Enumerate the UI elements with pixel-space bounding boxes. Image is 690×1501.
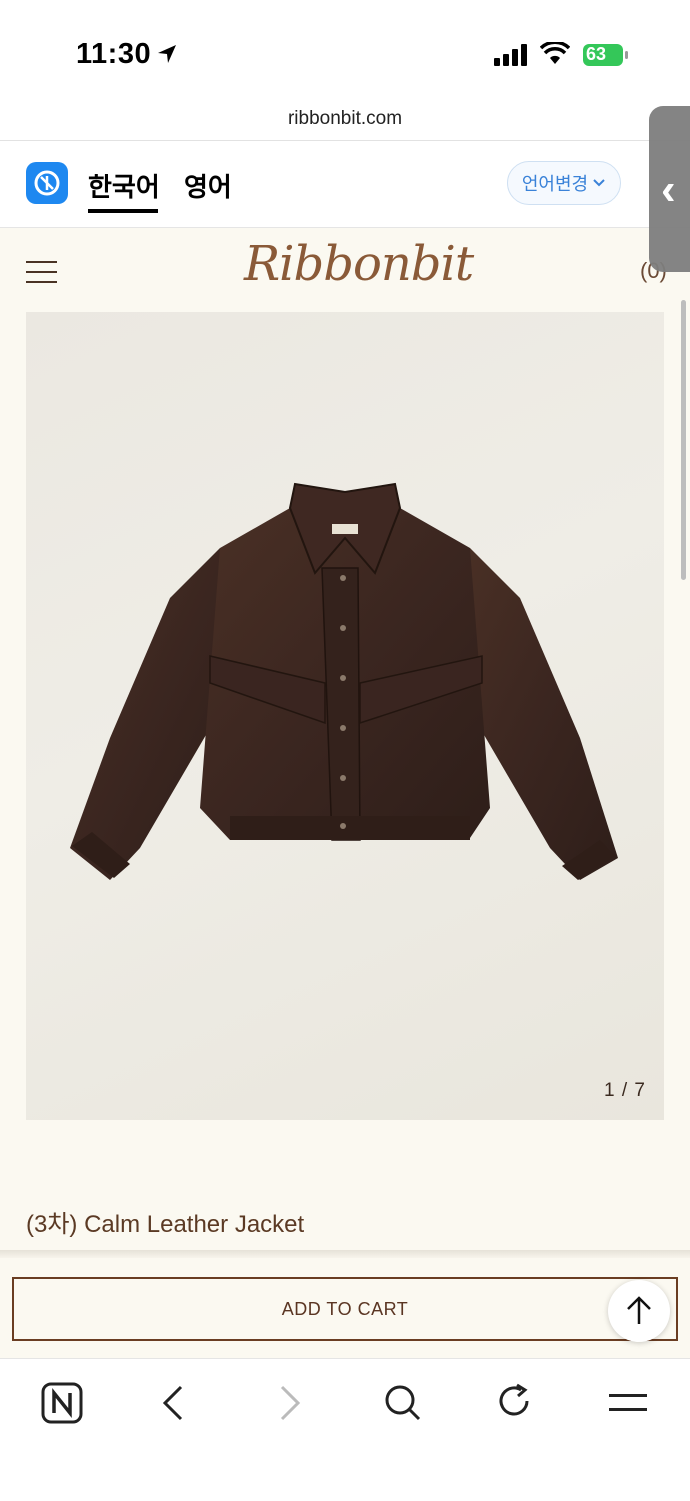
tab-korean[interactable]: 한국어 xyxy=(88,167,160,204)
status-time: 11:30 xyxy=(76,38,152,70)
scrollbar[interactable] xyxy=(681,300,686,580)
active-tab-indicator xyxy=(88,209,158,213)
cellular-signal-icon xyxy=(494,44,527,66)
browser-toolbar xyxy=(0,1358,690,1501)
menu-icon[interactable] xyxy=(606,1381,650,1425)
change-language-button[interactable]: 언어변경 xyxy=(507,161,621,205)
wifi-icon xyxy=(540,42,570,64)
scroll-to-top-button[interactable] xyxy=(608,1280,670,1342)
status-bar: 11:30 63 xyxy=(0,0,690,100)
refresh-icon[interactable] xyxy=(493,1381,537,1425)
url-text[interactable]: ribbonbit.com xyxy=(0,108,690,130)
chevron-left-icon: ‹ xyxy=(661,165,676,214)
battery-level: 63 xyxy=(586,44,607,64)
image-counter: 1 / 7 xyxy=(604,1080,646,1101)
product-title: (3차) Calm Leather Jacket xyxy=(26,1211,305,1238)
leather-jacket-image xyxy=(70,482,618,880)
add-to-cart-button[interactable]: ADD TO CART xyxy=(12,1277,678,1341)
arrow-up-icon xyxy=(627,1296,651,1324)
papago-translate-icon[interactable] xyxy=(26,162,68,204)
hamburger-menu-icon[interactable] xyxy=(26,259,57,285)
back-icon[interactable] xyxy=(153,1381,197,1425)
site-logo[interactable]: Ribbonbit xyxy=(244,236,474,292)
tab-english[interactable]: 영어 xyxy=(184,167,232,204)
chevron-down-icon xyxy=(593,179,605,187)
change-language-label: 언어변경 xyxy=(521,174,589,194)
battery-icon: 63 xyxy=(583,43,629,67)
translate-bar: 한국어 영어 언어변경 xyxy=(0,141,690,228)
address-bar[interactable]: ribbonbit.com xyxy=(0,100,690,141)
location-arrow-icon xyxy=(158,45,176,63)
add-to-cart-label: ADD TO CART xyxy=(281,1298,409,1319)
naver-home-icon[interactable] xyxy=(40,1381,84,1425)
forward-icon[interactable] xyxy=(266,1381,310,1425)
search-icon[interactable] xyxy=(380,1381,424,1425)
